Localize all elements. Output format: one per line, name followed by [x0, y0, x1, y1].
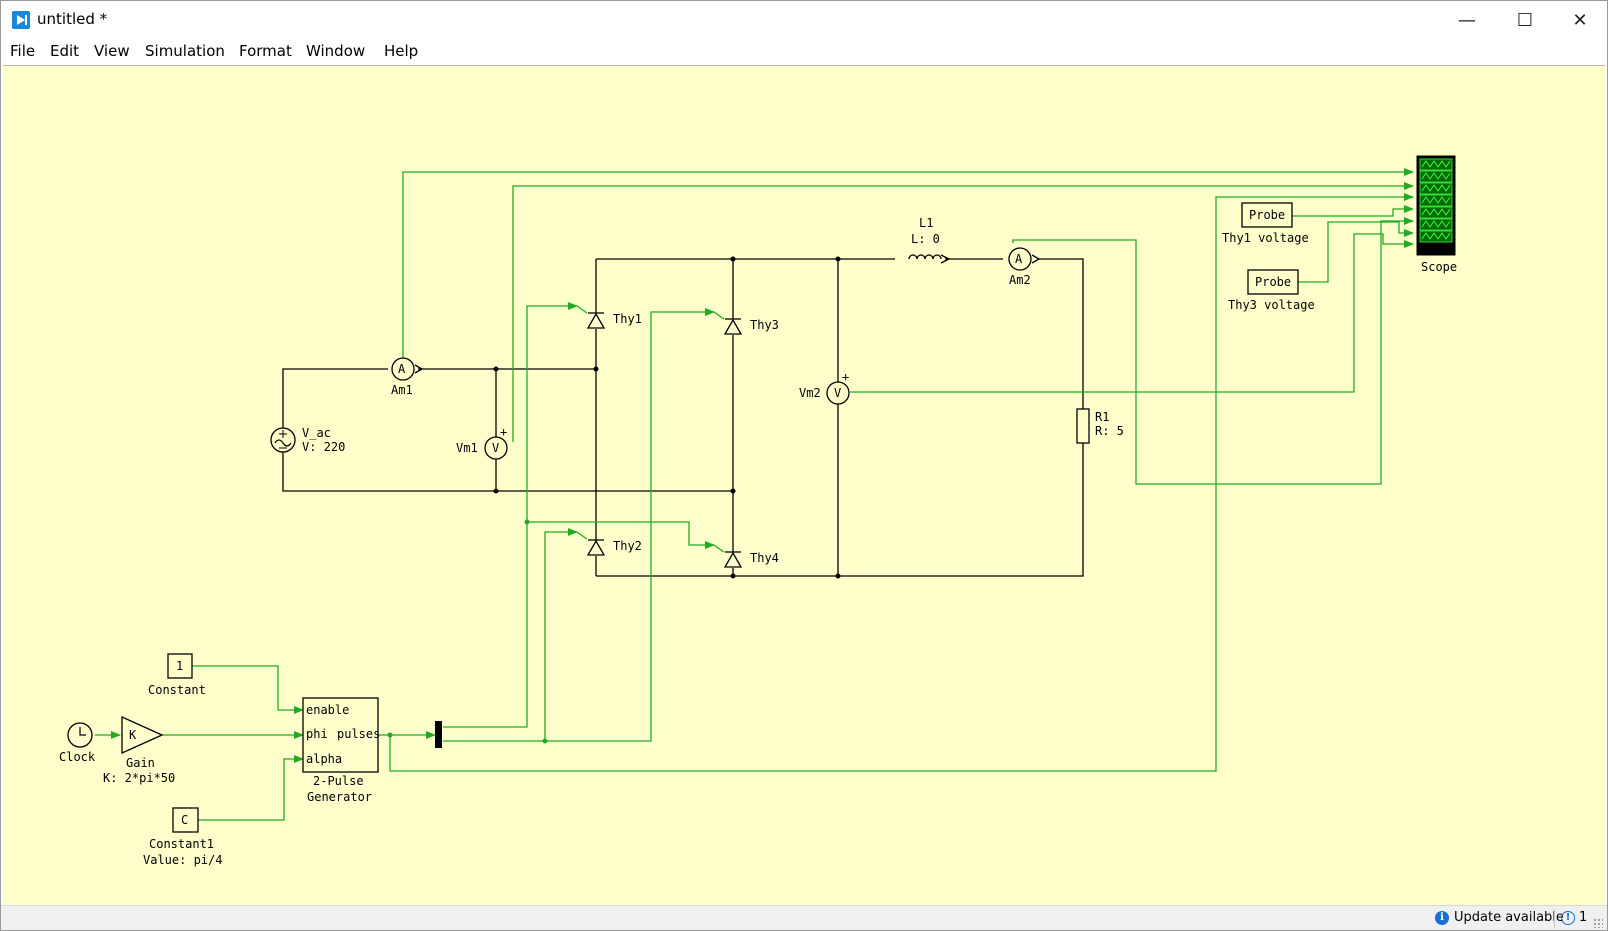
pulse-output-pulses: pulses: [337, 727, 380, 741]
scope-label: Scope: [1421, 260, 1457, 274]
voltmeter-vm2-name: Vm2: [799, 386, 821, 400]
constant1-param: Value: pi/4: [143, 853, 222, 867]
probe-thy3-label: Thy3 voltage: [1228, 298, 1315, 312]
demux-block[interactable]: [435, 721, 442, 748]
menu-format[interactable]: Format: [239, 42, 292, 60]
source-param: V: 220: [302, 440, 345, 454]
menu-help[interactable]: Help: [384, 42, 418, 60]
scope-block[interactable]: [1416, 155, 1456, 256]
signal-wires: [95, 168, 1414, 821]
constant-value: 1: [176, 659, 183, 673]
menu-window[interactable]: Window: [306, 42, 365, 60]
resize-grip-icon[interactable]: [1593, 918, 1603, 928]
thyristor-thy2[interactable]: [586, 539, 606, 556]
resistor-r1[interactable]: [1076, 408, 1090, 444]
inductor-l1[interactable]: [908, 254, 951, 264]
gain-name: Gain: [126, 756, 155, 770]
vm1-plus-sign: +: [500, 425, 507, 439]
minimize-button[interactable]: —: [1438, 1, 1496, 39]
ac-source[interactable]: [270, 427, 296, 453]
clock-block[interactable]: [67, 722, 93, 748]
pulse-input-phi: phi: [306, 727, 328, 741]
thyristor-thy4[interactable]: [723, 551, 743, 568]
menu-bar: File Edit View Simulation Format Window …: [1, 39, 1607, 65]
diagram-canvas[interactable]: Scope Probe Thy1 voltage Probe Thy3 volt…: [3, 65, 1605, 905]
resistor-param: R: 5: [1095, 424, 1124, 438]
probe-thy1-box-label: Probe: [1249, 208, 1285, 222]
ammeter-am1[interactable]: [391, 357, 424, 381]
thyristor-thy1-label: Thy1: [613, 312, 642, 326]
window-title: untitled *: [37, 10, 108, 28]
maximize-button[interactable]: ☐: [1496, 1, 1554, 39]
gain-block[interactable]: [121, 715, 164, 755]
notification-icon[interactable]: !: [1561, 911, 1575, 925]
status-bar: i Update available ! 1: [1, 905, 1607, 930]
menu-edit[interactable]: Edit: [50, 42, 79, 60]
thyristor-thy4-label: Thy4: [750, 551, 779, 565]
ammeter-am1-symbol: A: [398, 362, 406, 376]
pulse-name-line1: 2-Pulse: [313, 774, 364, 788]
clock-name: Clock: [59, 750, 96, 764]
pulse-input-enable: enable: [306, 703, 349, 717]
info-icon[interactable]: i: [1435, 911, 1449, 925]
update-status[interactable]: Update available: [1454, 910, 1564, 925]
menu-view[interactable]: View: [94, 42, 130, 60]
constant-name: Constant: [148, 683, 206, 697]
close-button[interactable]: ✕: [1551, 1, 1607, 39]
inductor-name: L1: [919, 216, 933, 230]
ammeter-am2-symbol: A: [1015, 252, 1023, 266]
pulse-name-line2: Generator: [307, 790, 372, 804]
constant1-name: Constant1: [149, 837, 214, 851]
gain-symbol: K: [129, 728, 137, 742]
notification-count: 1: [1579, 910, 1588, 925]
thyristor-thy1[interactable]: [586, 312, 606, 329]
menu-file[interactable]: File: [10, 42, 35, 60]
app-logo-icon: [12, 11, 30, 29]
pulse-input-alpha: alpha: [306, 752, 342, 766]
ammeter-am1-name: Am1: [391, 383, 413, 397]
voltmeter-vm1-name: Vm1: [456, 441, 478, 455]
gain-param: K: 2*pi*50: [103, 771, 175, 785]
voltmeter-vm2-symbol: V: [834, 386, 841, 400]
ammeter-am2-name: Am2: [1009, 273, 1031, 287]
probe-thy3-box-label: Probe: [1255, 275, 1291, 289]
app-window: untitled * — ☐ ✕ File Edit View Simulati…: [0, 0, 1608, 931]
voltmeter-vm1-symbol: V: [492, 441, 499, 455]
thyristor-thy3-label: Thy3: [750, 318, 779, 332]
vm2-plus-sign: +: [842, 370, 849, 384]
thyristor-thy3[interactable]: [723, 318, 743, 335]
constant1-value: C: [181, 813, 188, 827]
status-divider: [1554, 909, 1555, 928]
menu-simulation[interactable]: Simulation: [145, 42, 225, 60]
inductor-param: L: 0: [911, 232, 940, 246]
resistor-name: R1: [1095, 410, 1109, 424]
ammeter-am2[interactable]: [1008, 247, 1041, 271]
source-name: V_ac: [302, 426, 331, 440]
thyristor-thy2-label: Thy2: [613, 539, 642, 553]
probe-thy1-label: Thy1 voltage: [1222, 231, 1309, 245]
title-bar[interactable]: untitled * — ☐ ✕: [1, 1, 1607, 39]
